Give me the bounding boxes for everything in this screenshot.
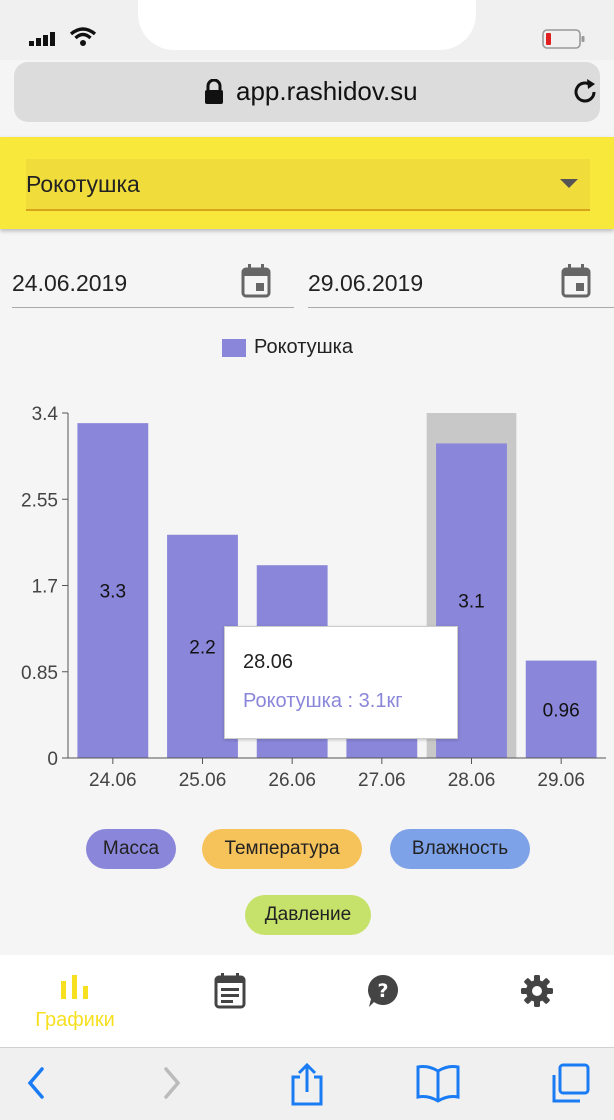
tooltip-title: 28.06 <box>243 651 294 673</box>
tooltip-value: Рокотушка : 3.1кг <box>243 690 403 712</box>
y-tick-label: 3.4 <box>32 404 59 425</box>
status-bar <box>0 0 614 60</box>
bar-data-label: 3.3 <box>100 582 126 603</box>
reload-icon[interactable] <box>570 77 600 107</box>
date-from-value: 24.06.2019 <box>12 270 128 296</box>
back-icon[interactable] <box>24 1063 48 1103</box>
metric-chip-pressure[interactable]: Давление <box>245 895 371 935</box>
legend-swatch <box>222 339 246 357</box>
lock-icon <box>205 79 223 104</box>
metric-chip-mass[interactable]: Масса <box>86 829 176 869</box>
y-tick-label: 1.7 <box>32 577 58 598</box>
date-to-field[interactable]: 29.06.2019 <box>308 258 614 308</box>
nav-item-calendar[interactable] <box>155 955 305 1047</box>
x-tick-label: 27.06 <box>358 770 406 791</box>
nav-label-graphs: Графики <box>35 1009 115 1031</box>
metric-chip-humidity[interactable]: Влажность <box>390 829 530 869</box>
x-tick-label: 29.06 <box>537 770 585 791</box>
metric-chip-temperature[interactable]: Температура <box>202 829 362 869</box>
bar-data-label: 3.1 <box>458 592 484 613</box>
y-tick-label: 0.85 <box>21 663 58 684</box>
y-tick-label: 2.55 <box>21 490 58 511</box>
chevron-down-icon <box>560 179 578 188</box>
date-from-field[interactable]: 24.06.2019 <box>12 258 294 308</box>
bottom-nav: Графики ? <box>0 955 614 1047</box>
legend-label: Рокотушка <box>254 336 353 358</box>
bar-chart-icon <box>61 975 88 999</box>
calendar-note-icon <box>214 973 246 1009</box>
svg-text:?: ? <box>377 980 388 1002</box>
calendar-icon[interactable] <box>560 264 592 298</box>
date-to-value: 29.06.2019 <box>308 270 424 296</box>
gear-icon <box>521 975 553 1007</box>
signal-icon <box>29 32 55 46</box>
bookmarks-icon[interactable] <box>415 1063 461 1103</box>
url-text: app.rashidov.su <box>236 76 418 106</box>
nav-item-settings[interactable] <box>462 955 612 1047</box>
forward-icon <box>164 1067 181 1099</box>
x-tick-label: 28.06 <box>448 770 496 791</box>
nav-item-graphs[interactable]: Графики <box>0 955 150 1047</box>
bar-data-label: 0.96 <box>543 700 580 721</box>
x-tick-label: 25.06 <box>179 770 227 791</box>
notch <box>138 0 476 50</box>
wifi-icon <box>70 27 96 46</box>
animal-select-value: Рокотушка <box>26 171 140 197</box>
bar-data-label: 2.2 <box>189 637 215 658</box>
x-tick-label: 24.06 <box>89 770 137 791</box>
y-tick-label: 0 <box>47 749 58 770</box>
nav-item-help[interactable]: ? <box>308 955 458 1047</box>
chart-tooltip: 28.06 Рокотушка : 3.1кг <box>224 626 458 739</box>
url-bar[interactable]: app.rashidov.su <box>14 62 600 122</box>
help-icon: ? <box>368 975 398 1007</box>
calendar-icon[interactable] <box>240 264 272 298</box>
x-tick-label: 26.06 <box>268 770 316 791</box>
mass-bar-chart[interactable]: 0 0.85 1.7 2.55 3.4 24.06 25.06 26.06 27.06 28.06… <box>0 395 614 805</box>
app-header: Рокотушка <box>0 137 614 229</box>
share-icon[interactable] <box>287 1063 327 1107</box>
animal-select[interactable]: Рокотушка <box>26 159 590 211</box>
browser-toolbar <box>0 1047 614 1120</box>
tabs-icon[interactable] <box>548 1063 592 1105</box>
battery-icon <box>542 29 585 49</box>
